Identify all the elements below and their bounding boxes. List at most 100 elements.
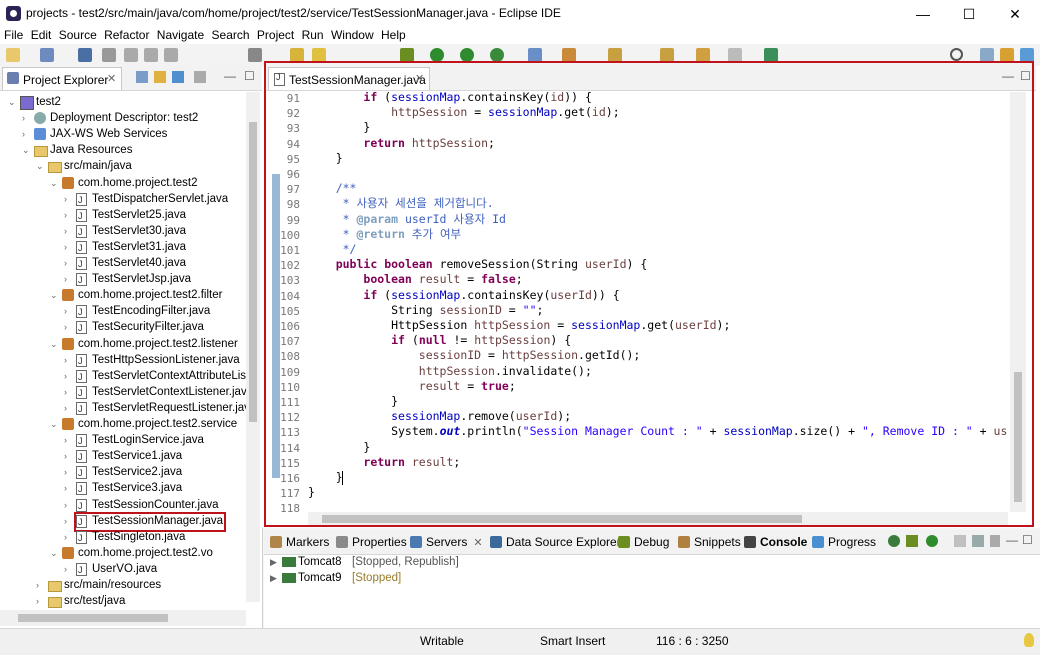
- tab-debug[interactable]: Debug: [618, 535, 669, 549]
- menu-file[interactable]: File: [0, 28, 23, 42]
- tree-item[interactable]: ⌄ com.home.project.test2.filter: [0, 287, 246, 303]
- expand-icon[interactable]: ›: [64, 368, 73, 384]
- collapse-icon[interactable]: ⌄: [8, 94, 17, 110]
- menu-help[interactable]: Help: [377, 28, 406, 42]
- tab-properties[interactable]: Properties: [336, 535, 407, 549]
- menu-window[interactable]: Window: [327, 28, 374, 42]
- menu-refactor[interactable]: Refactor: [100, 28, 149, 42]
- tree-item[interactable]: › TestEncodingFilter.java: [0, 303, 246, 320]
- new-icon[interactable]: [6, 48, 20, 62]
- tree-item[interactable]: › TestDispatcherServlet.java: [0, 191, 246, 208]
- close-icon[interactable]: ✕: [107, 72, 116, 85]
- stop-server-icon[interactable]: [954, 535, 966, 547]
- tree-item[interactable]: ›TestSessionManager.java: [0, 511, 246, 532]
- tree-item[interactable]: › TestServlet25.java: [0, 207, 246, 224]
- menu-source[interactable]: Source: [55, 28, 97, 42]
- run-server-icon[interactable]: [460, 48, 474, 62]
- java-ee-perspective-icon[interactable]: [1000, 48, 1014, 62]
- tree-item[interactable]: ⌄ com.home.project.test2: [0, 175, 246, 191]
- tree-item[interactable]: › TestHttpSessionListener.java: [0, 352, 246, 369]
- back-icon[interactable]: [696, 48, 710, 62]
- collapse-icon[interactable]: ⌄: [50, 336, 59, 352]
- tree-item[interactable]: › JAX-WS Web Services: [0, 126, 246, 142]
- tab-snippets[interactable]: Snippets: [678, 535, 741, 549]
- expand-icon[interactable]: ›: [64, 464, 73, 480]
- expand-icon[interactable]: ›: [64, 271, 73, 287]
- expand-icon[interactable]: ›: [64, 480, 73, 496]
- debug-icon[interactable]: [400, 48, 414, 62]
- scrollbar-thumb[interactable]: [249, 122, 257, 422]
- collapse-icon[interactable]: ⌄: [50, 175, 59, 191]
- highlight-icon[interactable]: [312, 48, 326, 62]
- new-wizard-icon[interactable]: [562, 48, 576, 62]
- maximize-button[interactable]: ☐: [946, 0, 992, 28]
- explorer-vertical-scrollbar[interactable]: [246, 92, 260, 602]
- suspend-icon[interactable]: [144, 48, 158, 62]
- tab-servers[interactable]: Servers ✕: [410, 535, 483, 549]
- tree-item[interactable]: › Deployment Descriptor: test2: [0, 110, 246, 126]
- skip-breakpoints-icon[interactable]: [102, 48, 116, 62]
- tree-item[interactable]: › TestServletContextAttributeListe: [0, 368, 256, 385]
- maximize-view-icon[interactable]: ☐: [1022, 533, 1033, 547]
- filter-icon[interactable]: [172, 71, 184, 83]
- open-perspective-icon[interactable]: [980, 48, 994, 62]
- tree-item[interactable]: ⌄ com.home.project.test2.service: [0, 416, 246, 432]
- last-edit-icon[interactable]: [660, 48, 674, 62]
- expand-icon[interactable]: ›: [64, 223, 73, 239]
- next-annotation-icon[interactable]: [608, 48, 622, 62]
- collapse-icon[interactable]: ⌄: [50, 545, 59, 561]
- expand-icon[interactable]: ›: [64, 239, 73, 255]
- collapse-icon[interactable]: ⌄: [22, 142, 31, 158]
- tree-item[interactable]: › TestService2.java: [0, 464, 246, 481]
- tree-item[interactable]: › UserVO.java: [0, 561, 246, 578]
- expand-icon[interactable]: ›: [64, 432, 73, 448]
- start-server-icon[interactable]: [888, 535, 900, 547]
- tab-markers[interactable]: Markers: [270, 535, 329, 549]
- print-icon[interactable]: [78, 48, 92, 62]
- expand-icon[interactable]: ›: [64, 255, 73, 271]
- mark-occurrences-icon[interactable]: [290, 48, 304, 62]
- tree-item[interactable]: ⌄ src/main/java: [0, 158, 246, 174]
- terminate-icon[interactable]: [164, 48, 178, 62]
- tree-item[interactable]: › TestServletContextListener.java: [0, 384, 253, 401]
- menu-project[interactable]: Project: [253, 28, 294, 42]
- expand-icon[interactable]: ›: [64, 448, 73, 464]
- expand-icon[interactable]: ›: [64, 352, 73, 368]
- collapse-icon[interactable]: ⌄: [50, 287, 59, 303]
- expand-icon[interactable]: ›: [64, 497, 73, 513]
- tree-item[interactable]: › TestServlet30.java: [0, 223, 246, 240]
- explorer-horizontal-scrollbar[interactable]: [0, 610, 246, 626]
- expand-icon[interactable]: ›: [64, 319, 73, 335]
- publish-icon[interactable]: [972, 535, 984, 547]
- view-menu-icon[interactable]: [194, 71, 206, 83]
- profile-server-icon[interactable]: [926, 535, 938, 547]
- tab-progress[interactable]: Progress: [812, 535, 876, 549]
- forward-icon[interactable]: [728, 48, 742, 62]
- tree-item[interactable]: › TestServlet31.java: [0, 239, 246, 256]
- resume-icon[interactable]: [124, 48, 138, 62]
- tree-item[interactable]: ⌄ test2: [0, 94, 246, 110]
- tree-item[interactable]: ⌄ Java Resources: [0, 142, 246, 158]
- menu-run[interactable]: Run: [298, 28, 324, 42]
- minimize-view-icon[interactable]: —: [1006, 533, 1018, 547]
- save-icon[interactable]: [40, 48, 54, 62]
- search-icon[interactable]: [950, 48, 963, 61]
- tab-project-explorer[interactable]: Project Explorer ✕: [2, 67, 122, 90]
- tree-item[interactable]: › TestService1.java: [0, 448, 246, 465]
- run-icon[interactable]: [430, 48, 444, 62]
- collapse-icon[interactable]: ⌄: [50, 416, 59, 432]
- tree-item[interactable]: › TestSessionCounter.java: [0, 497, 246, 514]
- expand-icon[interactable]: ›: [22, 126, 31, 142]
- debug-server-icon[interactable]: [906, 535, 918, 547]
- expand-icon[interactable]: ›: [22, 110, 31, 126]
- expand-icon[interactable]: ›: [36, 577, 45, 593]
- menu-search[interactable]: Search: [208, 28, 250, 42]
- tree-item[interactable]: › TestServlet40.java: [0, 255, 246, 272]
- expand-icon[interactable]: ›: [64, 207, 73, 223]
- tree-item[interactable]: › TestSingleton.java: [0, 529, 246, 546]
- minimize-button[interactable]: —: [900, 0, 946, 28]
- debug-perspective-icon[interactable]: [1020, 48, 1034, 62]
- view-menu-icon[interactable]: [990, 535, 1000, 547]
- close-icon[interactable]: ✕: [473, 537, 482, 549]
- expand-icon[interactable]: ›: [64, 513, 73, 529]
